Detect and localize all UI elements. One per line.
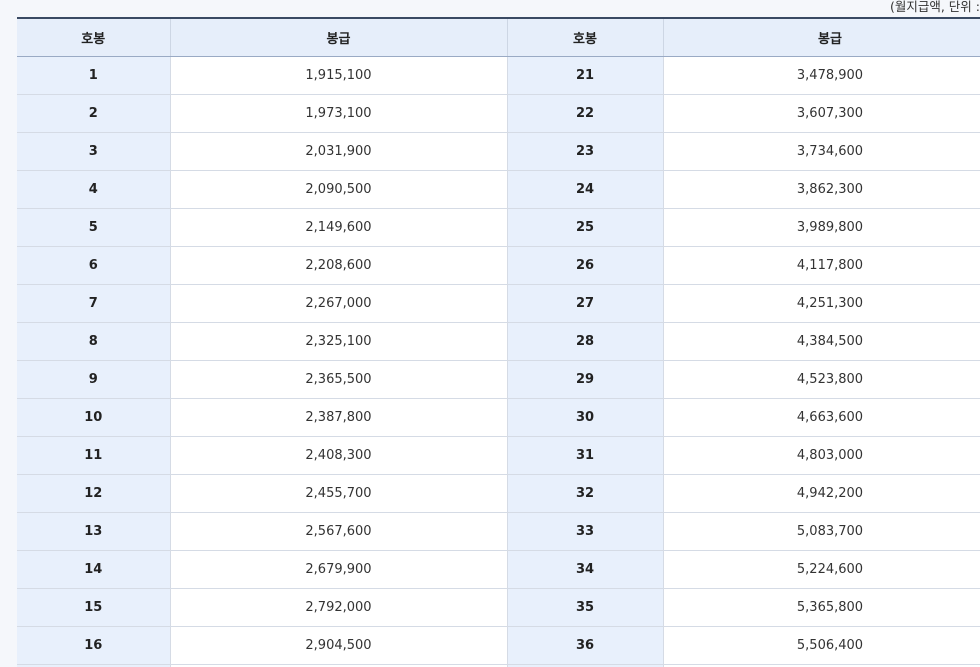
table-body: 1 1,915,100 21 3,478,900 2 1,973,100 22 3,607,3… xyxy=(17,56,980,667)
pay-cell-left: 2,387,800 xyxy=(170,398,508,437)
step-cell-left: 1 xyxy=(17,56,171,95)
table-row: 3 2,031,900 23 3,734,600 xyxy=(17,132,980,171)
header-pay-right: 봉급 xyxy=(663,18,980,57)
pay-cell-left: 2,208,600 xyxy=(170,246,508,285)
step-cell-left: 5 xyxy=(17,208,171,247)
table-row: 13 2,567,600 33 5,083,700 xyxy=(17,512,980,551)
pay-cell-left: 2,904,500 xyxy=(170,626,508,665)
step-cell-left: 8 xyxy=(17,322,171,361)
pay-cell-left: 2,325,100 xyxy=(170,322,508,361)
pay-cell-right: 5,224,600 xyxy=(663,550,980,589)
step-cell-right: 35 xyxy=(507,588,664,627)
pay-cell-left: 2,031,900 xyxy=(170,132,508,171)
header-step-left: 호봉 xyxy=(17,18,171,57)
step-cell-left: 4 xyxy=(17,170,171,209)
step-cell-right: 22 xyxy=(507,94,664,133)
step-cell-right: 33 xyxy=(507,512,664,551)
step-cell-right: 31 xyxy=(507,436,664,475)
table-row: 12 2,455,700 32 4,942,200 xyxy=(17,474,980,513)
table-row: 7 2,267,000 27 4,251,300 xyxy=(17,284,980,323)
pay-cell-left: 2,365,500 xyxy=(170,360,508,399)
header-pay-left: 봉급 xyxy=(170,18,508,57)
step-cell-right: 30 xyxy=(507,398,664,437)
table-row: 1 1,915,100 21 3,478,900 xyxy=(17,56,980,95)
pay-cell-left: 2,149,600 xyxy=(170,208,508,247)
pay-cell-left: 2,679,900 xyxy=(170,550,508,589)
pay-cell-right: 3,478,900 xyxy=(663,56,980,95)
step-cell-left: 10 xyxy=(17,398,171,437)
pay-cell-right: 3,862,300 xyxy=(663,170,980,209)
step-cell-left: 15 xyxy=(17,588,171,627)
table-row: 14 2,679,900 34 5,224,600 xyxy=(17,550,980,589)
pay-cell-right: 4,117,800 xyxy=(663,246,980,285)
table-row: 9 2,365,500 29 4,523,800 xyxy=(17,360,980,399)
table-row: 15 2,792,000 35 5,365,800 xyxy=(17,588,980,627)
pay-cell-right: 3,989,800 xyxy=(663,208,980,247)
pay-cell-right: 5,083,700 xyxy=(663,512,980,551)
pay-cell-left: 1,973,100 xyxy=(170,94,508,133)
pay-table-container: 호봉 봉급 호봉 봉급 1 1,915,100 21 3,478,900 2 1,973,… xyxy=(17,17,980,667)
pay-cell-right: 4,384,500 xyxy=(663,322,980,361)
table-row: 11 2,408,300 31 4,803,000 xyxy=(17,436,980,475)
table-row: 8 2,325,100 28 4,384,500 xyxy=(17,322,980,361)
pay-cell-left: 2,455,700 xyxy=(170,474,508,513)
pay-cell-right: 4,523,800 xyxy=(663,360,980,399)
pay-cell-right: 4,663,600 xyxy=(663,398,980,437)
pay-cell-left: 2,408,300 xyxy=(170,436,508,475)
table-row: 16 2,904,500 36 5,506,400 xyxy=(17,626,980,665)
pay-cell-right: 5,365,800 xyxy=(663,588,980,627)
pay-cell-left: 1,915,100 xyxy=(170,56,508,95)
step-cell-right: 21 xyxy=(507,56,664,95)
step-cell-left: 13 xyxy=(17,512,171,551)
table-row: 2 1,973,100 22 3,607,300 xyxy=(17,94,980,133)
pay-cell-right: 4,251,300 xyxy=(663,284,980,323)
pay-cell-left: 2,090,500 xyxy=(170,170,508,209)
step-cell-right: 27 xyxy=(507,284,664,323)
step-cell-left: 11 xyxy=(17,436,171,475)
step-cell-left: 12 xyxy=(17,474,171,513)
pay-cell-right: 3,607,300 xyxy=(663,94,980,133)
step-cell-left: 9 xyxy=(17,360,171,399)
step-cell-left: 7 xyxy=(17,284,171,323)
pay-cell-left: 2,567,600 xyxy=(170,512,508,551)
step-cell-left: 16 xyxy=(17,626,171,665)
pay-cell-left: 2,792,000 xyxy=(170,588,508,627)
pay-cell-right: 4,803,000 xyxy=(663,436,980,475)
pay-cell-right: 4,942,200 xyxy=(663,474,980,513)
step-cell-right: 36 xyxy=(507,626,664,665)
step-cell-right: 34 xyxy=(507,550,664,589)
header-step-right: 호봉 xyxy=(507,18,664,57)
step-cell-right: 23 xyxy=(507,132,664,171)
step-cell-right: 28 xyxy=(507,322,664,361)
step-cell-right: 29 xyxy=(507,360,664,399)
pay-table: 호봉 봉급 호봉 봉급 1 1,915,100 21 3,478,900 2 1,973,… xyxy=(17,17,980,667)
step-cell-right: 24 xyxy=(507,170,664,209)
table-header-row: 호봉 봉급 호봉 봉급 xyxy=(17,18,980,57)
step-cell-right: 32 xyxy=(507,474,664,513)
step-cell-right: 25 xyxy=(507,208,664,247)
pay-cell-right: 3,734,600 xyxy=(663,132,980,171)
table-row: 6 2,208,600 26 4,117,800 xyxy=(17,246,980,285)
step-cell-left: 14 xyxy=(17,550,171,589)
step-cell-left: 3 xyxy=(17,132,171,171)
step-cell-left: 6 xyxy=(17,246,171,285)
table-row: 5 2,149,600 25 3,989,800 xyxy=(17,208,980,247)
step-cell-right: 26 xyxy=(507,246,664,285)
table-row: 4 2,090,500 24 3,862,300 xyxy=(17,170,980,209)
pay-cell-left: 2,267,000 xyxy=(170,284,508,323)
pay-cell-right: 5,506,400 xyxy=(663,626,980,665)
step-cell-left: 2 xyxy=(17,94,171,133)
page: (월지급액, 단위 : 호봉 봉급 호봉 봉급 1 1,915,100 21 3,47… xyxy=(0,0,980,667)
table-row: 10 2,387,800 30 4,663,600 xyxy=(17,398,980,437)
unit-note: (월지급액, 단위 : xyxy=(889,0,980,14)
